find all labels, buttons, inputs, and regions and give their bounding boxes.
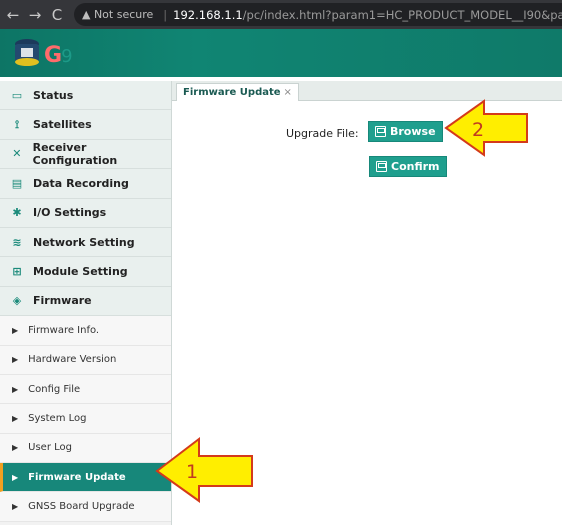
forward-icon[interactable]: → <box>24 4 46 26</box>
tab-bar: Firmware Update × <box>172 81 562 102</box>
screenshot-root: ← → C ▲ Not secure | 192.168.1.1 /pc/ind… <box>0 0 562 525</box>
sidebar-subitem-config-file[interactable]: ▶ Config File <box>0 374 171 405</box>
module-icon: ⊞ <box>12 265 22 279</box>
sidebar-subitem-firmware-update[interactable]: ▶ Firmware Update <box>0 463 171 493</box>
sidebar-item-label: Satellites <box>33 118 92 132</box>
sidebar-item-label: Firmware <box>33 294 92 308</box>
callout-arrow-2 <box>444 99 528 157</box>
bullet-icon: ▶ <box>12 502 19 512</box>
gear-icon: ✱ <box>12 206 22 220</box>
callout-arrow-1 <box>155 437 253 503</box>
sidebar-item-status[interactable]: ▭ Status <box>0 81 171 111</box>
callout-arrow-shape <box>155 437 253 503</box>
address-separator: | <box>163 7 168 22</box>
receiver-logo-icon <box>15 39 39 66</box>
bullet-icon: ▶ <box>12 355 19 365</box>
upgrade-file-label: Upgrade File: <box>286 127 359 140</box>
bullet-icon: ▶ <box>12 443 19 453</box>
list-icon: ▤ <box>11 176 23 190</box>
satellite-icon: ⟟ <box>14 117 20 131</box>
sidebar-item-label: Module Setting <box>33 265 128 279</box>
sidebar-item-label: Status <box>33 88 74 102</box>
sidebar-subitem-label: Firmware Update <box>28 471 126 483</box>
not-secure-warning[interactable]: ▲ Not secure <box>82 8 153 21</box>
reload-icon[interactable]: C <box>46 4 68 26</box>
url-host: 192.168.1.1 <box>173 7 243 22</box>
sidebar-item-label: I/O Settings <box>33 206 107 220</box>
sidebar-item-receiver-configuration[interactable]: ✕ Receiver Configuration <box>0 139 171 170</box>
bullet-icon: ▶ <box>12 472 19 482</box>
sidebar-item-satellites[interactable]: ⟟ Satellites <box>0 110 171 140</box>
sidebar-item-data-recording[interactable]: ▤ Data Recording <box>0 169 171 199</box>
sidebar-subitem-user-log[interactable]: ▶ User Log <box>0 433 171 464</box>
app-logo-text: G9 <box>44 43 73 68</box>
bullet-icon: ▶ <box>12 384 19 394</box>
browser-toolbar: ← → C ▲ Not secure | 192.168.1.1 /pc/ind… <box>0 0 562 29</box>
close-icon[interactable]: × <box>284 87 292 98</box>
sidebar-subitem-firmware-info[interactable]: ▶ Firmware Info. <box>0 316 171 346</box>
tab-label: Firmware Update <box>183 87 281 98</box>
sidebar-subitem-label: System Log <box>28 412 87 424</box>
sidebar-subitem-label: Config File <box>28 383 81 395</box>
back-icon[interactable]: ← <box>2 4 24 26</box>
browse-button[interactable]: Browse <box>368 121 443 142</box>
app-header: G9 <box>0 29 562 77</box>
sidebar-subitem-label: User Log <box>28 442 72 454</box>
bullet-icon: ▶ <box>12 413 19 423</box>
url-path: /pc/index.html?param1=HC_PRODUCT_MODEL__… <box>242 7 562 22</box>
tools-icon: ✕ <box>12 147 22 161</box>
status-icon: ▭ <box>11 88 23 102</box>
sidebar-item-label: Data Recording <box>33 176 129 190</box>
save-icon <box>376 161 387 172</box>
bullet-icon: ▶ <box>12 325 19 335</box>
callout-number-1: 1 <box>186 461 199 483</box>
sidebar-subitem-label: GNSS Board Upgrade <box>28 501 135 513</box>
logo-letter: G <box>44 43 62 68</box>
wifi-icon: ≋ <box>12 235 22 249</box>
sidebar-item-label: Network Setting <box>33 235 135 249</box>
sidebar-item-io-settings[interactable]: ✱ I/O Settings <box>0 198 171 228</box>
save-icon <box>375 126 386 137</box>
sidebar-subitem-label: Firmware Info. <box>28 324 100 336</box>
confirm-button[interactable]: Confirm <box>369 156 447 177</box>
sidebar: ▭ Status ⟟ Satellites ✕ Receiver Configurat… <box>0 81 172 525</box>
sidebar-item-module-setting[interactable]: ⊞ Module Setting <box>0 257 171 287</box>
confirm-button-label: Confirm <box>391 160 440 173</box>
address-bar[interactable]: ▲ Not secure | 192.168.1.1 /pc/index.htm… <box>74 3 562 26</box>
sidebar-item-network-setting[interactable]: ≋ Network Setting <box>0 227 171 258</box>
sidebar-subitem-gnss-board-upgrade[interactable]: ▶ GNSS Board Upgrade <box>0 492 171 522</box>
logo-suffix: 9 <box>61 46 72 67</box>
callout-number-2: 2 <box>472 119 485 141</box>
tab-firmware-update[interactable]: Firmware Update × <box>176 83 299 102</box>
sidebar-subitem-label: Hardware Version <box>28 354 117 366</box>
sidebar-subitem-hardware-version[interactable]: ▶ Hardware Version <box>0 345 171 375</box>
browse-button-label: Browse <box>390 125 436 138</box>
callout-arrow-shape <box>444 99 528 157</box>
sidebar-subitem-system-log[interactable]: ▶ System Log <box>0 404 171 434</box>
sidebar-item-firmware[interactable]: ◈ Firmware <box>0 286 171 317</box>
layers-icon: ◈ <box>12 294 22 308</box>
sidebar-item-label: Receiver Configuration <box>32 140 118 167</box>
